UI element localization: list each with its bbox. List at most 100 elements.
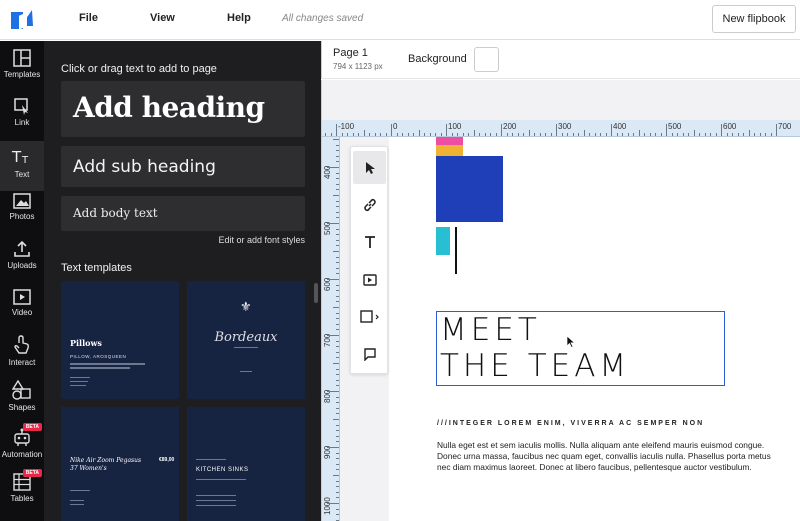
ruler-tick — [380, 133, 381, 136]
ruler-tick — [473, 130, 475, 136]
background-label: Background — [408, 53, 467, 65]
vertical-line[interactable] — [455, 227, 457, 274]
comment-tool[interactable] — [353, 337, 386, 370]
ruler-tick — [435, 133, 436, 136]
ruler-tick — [336, 124, 337, 136]
template-title: Pillows — [70, 338, 102, 348]
ruler-tick — [336, 312, 339, 314]
fleur-icon: ⚜ — [240, 299, 252, 314]
panel-scrollbar[interactable] — [314, 283, 318, 303]
rail-item-photos[interactable]: Photos — [0, 193, 44, 243]
add-subheading-button[interactable]: Add sub heading — [61, 146, 305, 187]
ruler-tick — [611, 124, 612, 136]
page-size: 794 x 1123 px — [333, 62, 383, 71]
interact-icon — [14, 335, 30, 354]
rail-item-uploads[interactable]: Uploads — [0, 240, 44, 290]
menu-file[interactable]: File — [79, 12, 98, 24]
ruler-tick — [655, 133, 656, 136]
rail-item-link[interactable]: Link — [0, 97, 44, 147]
rail-item-tables[interactable]: BETA Tables — [0, 469, 44, 521]
ruler-tick — [479, 133, 480, 136]
ruler-tick — [336, 183, 339, 185]
svg-text:T: T — [11, 148, 22, 166]
placeholder-line — [70, 490, 90, 491]
ruler-tick — [682, 133, 684, 136]
rail-label: Text — [14, 170, 30, 179]
text-template-card[interactable]: ⚜ Bordeaux — [187, 281, 305, 399]
rail-label: Templates — [3, 70, 41, 79]
ruler-tick — [336, 245, 339, 247]
app-logo-icon[interactable] — [10, 8, 34, 30]
ruler-tick — [336, 273, 339, 275]
beta-badge: BETA — [22, 469, 42, 477]
ruler-tick — [633, 133, 634, 136]
ruler-label: 500 — [668, 122, 682, 131]
templates-icon — [13, 49, 31, 67]
mouse-pointer-icon — [566, 335, 576, 348]
ruler-tick — [336, 357, 339, 359]
text-template-card[interactable]: Nike Air Zoom Pegasus 37 Women's €89,00 — [61, 407, 179, 521]
rail-item-text[interactable]: TT Text — [0, 141, 44, 191]
ruler-tick — [327, 279, 339, 280]
editor-canvas[interactable]: -100 0 100 200 300 400 500 600 700 400 500 600 700 8… — [321, 80, 800, 521]
add-body-text-button[interactable]: Add body text — [61, 196, 305, 231]
ruler-tick — [336, 452, 339, 454]
text-panel: Click or drag text to add to page Add he… — [44, 41, 321, 521]
ruler-tick — [336, 407, 339, 409]
body-text[interactable]: Nulla eget est et sem iaculis mollis. Nu… — [437, 440, 777, 473]
page-name[interactable]: Page 1 — [333, 47, 368, 59]
pink-block[interactable] — [436, 137, 463, 145]
ruler-tick — [336, 497, 339, 499]
ruler-tick — [605, 133, 607, 136]
ruler-tick — [600, 133, 601, 136]
add-heading-button[interactable]: Add heading — [61, 81, 305, 137]
ruler-tick — [336, 150, 339, 152]
ruler-tick — [759, 133, 761, 136]
shape-tool[interactable] — [353, 300, 386, 333]
ruler-tick — [649, 133, 651, 136]
ruler-tick — [391, 124, 392, 136]
blue-block[interactable] — [436, 156, 503, 222]
headline-line-2: THE TEAM — [440, 348, 631, 384]
select-tool[interactable] — [353, 151, 386, 184]
text-template-card[interactable]: KITCHEN SINKS — [187, 407, 305, 521]
rail-label: Uploads — [7, 261, 37, 270]
rail-item-templates[interactable]: Templates — [0, 49, 44, 99]
rail-item-interact[interactable]: Interact — [0, 335, 44, 385]
ruler-tick — [327, 447, 339, 448]
ruler-tick — [327, 223, 339, 224]
ruler-tick — [550, 133, 552, 136]
video-tool[interactable] — [353, 263, 386, 296]
menu-help[interactable]: Help — [227, 12, 251, 24]
ruler-tick — [440, 133, 442, 136]
ruler-tick — [567, 133, 568, 136]
text-template-card[interactable]: Pillows PILLOW, AROSQUEEN — [61, 281, 179, 399]
ruler-tick — [333, 251, 339, 252]
ruler-tick — [528, 130, 530, 136]
headline-textbox[interactable]: MEET THE TEAM — [436, 311, 725, 386]
text-tool[interactable] — [353, 225, 386, 258]
placeholder-line — [70, 367, 130, 369]
cyan-block[interactable] — [436, 227, 450, 255]
subtitle-text[interactable]: ///INTEGER LOREM ENIM, VIVERRA AC SEMPER… — [437, 420, 704, 427]
ruler-tick — [327, 391, 339, 392]
ruler-tick — [484, 133, 486, 136]
rail-label: Tables — [10, 494, 34, 503]
ruler-tick — [545, 133, 546, 136]
ruler-tick — [336, 178, 339, 180]
top-bar: File View Help All changes saved New fli… — [0, 0, 800, 40]
new-flipbook-button[interactable]: New flipbook — [712, 5, 796, 33]
menu-view[interactable]: View — [150, 12, 175, 24]
ruler-tick — [336, 284, 339, 286]
rail-item-video[interactable]: Video — [0, 289, 44, 339]
link-tool[interactable] — [353, 188, 386, 221]
placeholder-line — [196, 459, 226, 460]
background-color-swatch[interactable] — [474, 47, 499, 72]
ruler-tick — [336, 239, 339, 241]
ruler-label: 300 — [558, 122, 572, 131]
ruler-tick — [336, 155, 339, 157]
ruler-tick — [451, 133, 453, 136]
placeholder-line — [196, 500, 236, 501]
ruler-tick — [336, 206, 339, 208]
edit-font-styles-link[interactable]: Edit or add font styles — [218, 235, 305, 245]
